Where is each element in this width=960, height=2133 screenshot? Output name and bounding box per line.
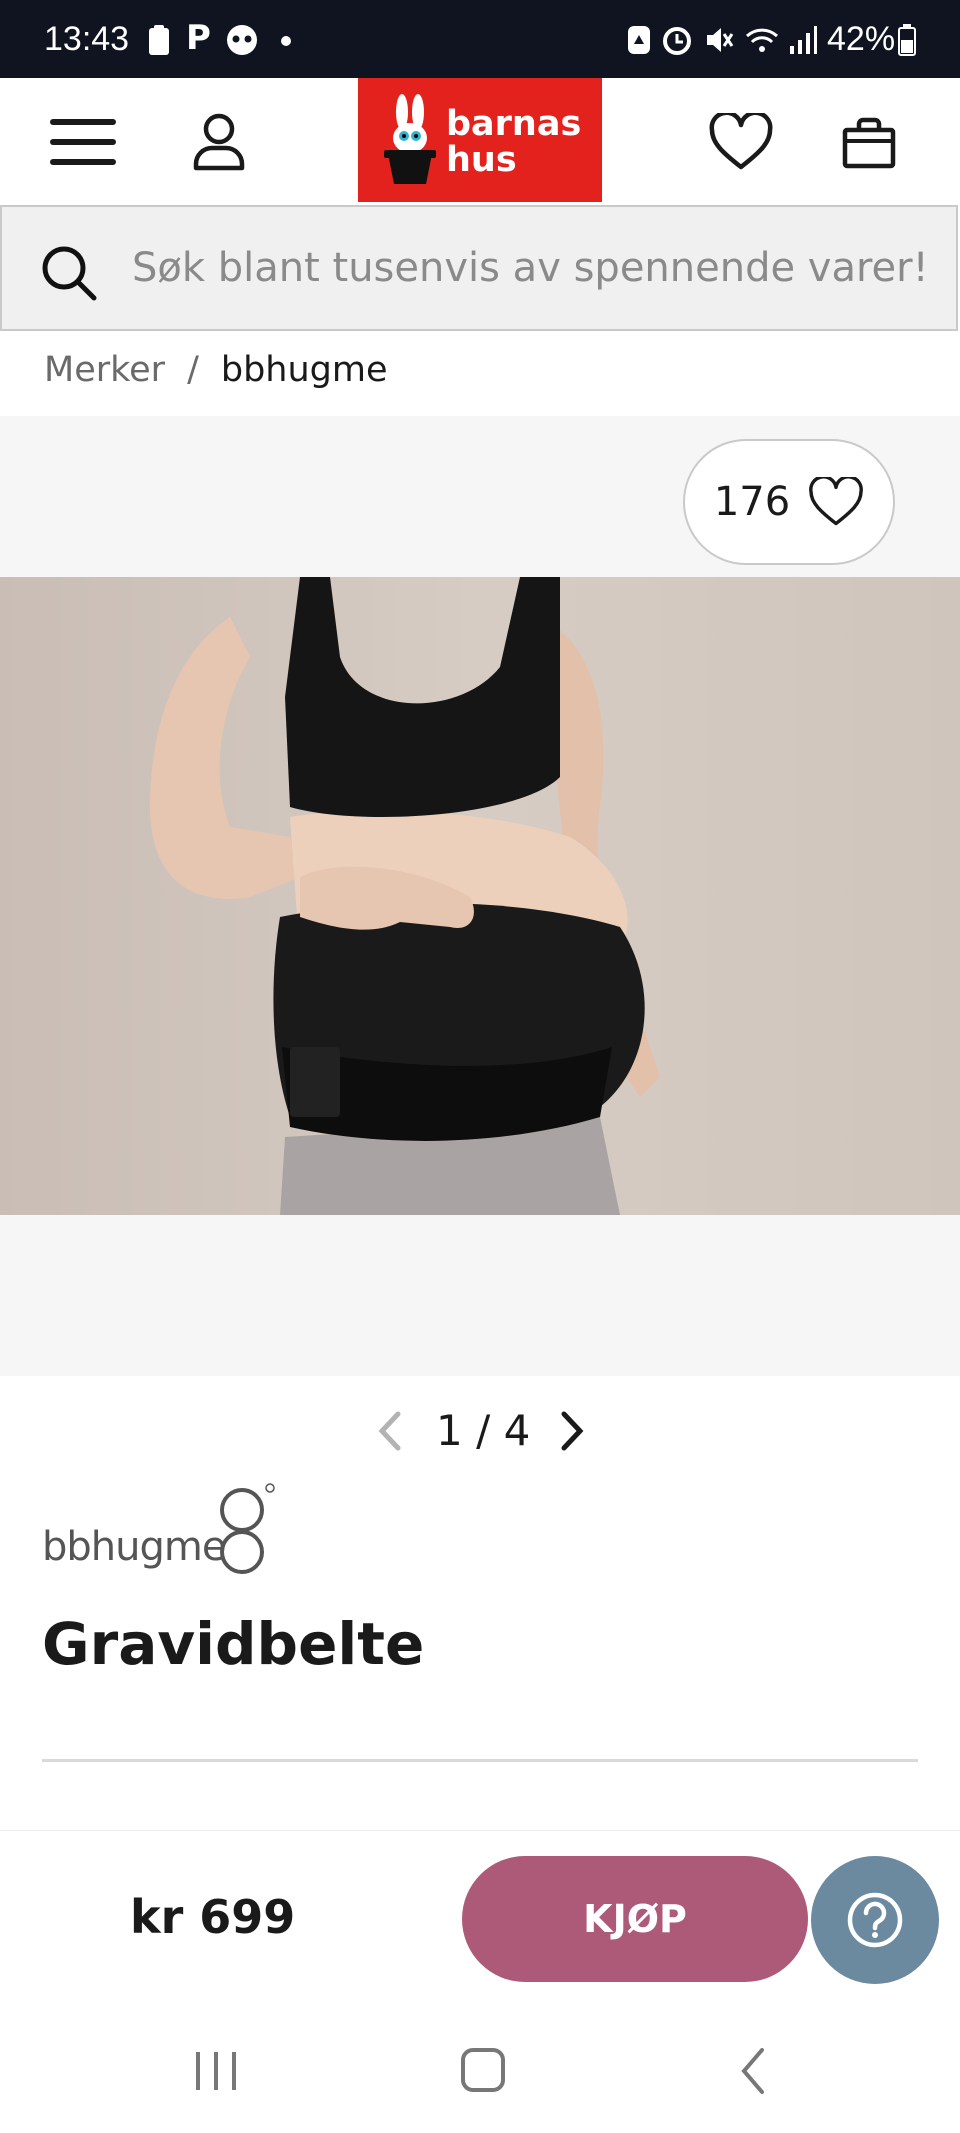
parking-icon: P <box>186 18 211 58</box>
barnas-hus-logo[interactable]: barnas hus <box>358 78 602 202</box>
chevron-right-icon[interactable] <box>556 1410 586 1452</box>
product-title: Gravidbelte <box>42 1610 425 1678</box>
heart-icon <box>709 113 773 170</box>
breadcrumb-separator: / <box>187 350 199 390</box>
clipboard-icon <box>149 25 169 55</box>
menu-icon <box>50 119 116 165</box>
pager-position: 1 / 4 <box>436 1406 531 1455</box>
menu-button[interactable] <box>28 78 138 206</box>
logo-text-hus: hus <box>446 140 517 180</box>
search-icon <box>42 246 97 301</box>
back-icon[interactable] <box>736 2046 770 2096</box>
product-image[interactable] <box>0 577 960 1215</box>
favorite-count: 176 <box>713 479 791 525</box>
mute-icon <box>707 28 734 52</box>
buy-button[interactable]: KJØP <box>462 1856 808 1982</box>
brand-logo[interactable]: bbhugme <box>42 1480 282 1580</box>
system-nav-bar <box>0 2012 960 2133</box>
dot-icon <box>281 36 291 46</box>
status-time: 13:43 <box>44 20 130 58</box>
battery-level: 42% <box>827 20 896 58</box>
breadcrumb: Merker / bbhugme <box>44 350 388 390</box>
chevron-left-icon[interactable] <box>376 1410 406 1452</box>
signal-icon <box>790 26 817 54</box>
rabbit-logo-icon <box>384 94 436 184</box>
product-photo-pregnancy-belt <box>0 577 960 1215</box>
breadcrumb-current[interactable]: bbhugme <box>221 350 388 390</box>
help-button[interactable] <box>811 1856 939 1984</box>
home-icon[interactable] <box>460 2046 506 2094</box>
battery-icon <box>898 24 916 56</box>
alarm-icon <box>663 27 691 55</box>
status-bar: 13:43 P 42% <box>0 0 960 78</box>
heart-outline-icon <box>809 477 864 526</box>
product-price: kr 699 <box>130 1890 296 1944</box>
question-icon <box>847 1892 903 1948</box>
gallery-pager: 1 / 4 <box>376 1402 586 1458</box>
recent-apps-icon[interactable] <box>192 2048 242 2094</box>
face-icon <box>227 25 257 55</box>
wishlist-button[interactable] <box>686 78 796 206</box>
account-button[interactable] <box>164 78 274 206</box>
site-header: barnas hus <box>0 78 960 206</box>
recycle-icon <box>628 26 650 54</box>
wifi-icon <box>745 28 779 52</box>
logo-text-barnas: barnas <box>446 104 582 144</box>
brand-name: bbhugme <box>42 1524 226 1570</box>
user-icon <box>193 113 245 171</box>
favorite-count-button[interactable]: 176 <box>683 439 895 565</box>
brand-mark-icon <box>220 1483 275 1574</box>
search-input[interactable]: Søk blant tusenvis av spennende varer! <box>0 205 958 331</box>
bag-icon <box>842 117 896 169</box>
cart-button[interactable] <box>814 78 924 206</box>
search-placeholder: Søk blant tusenvis av spennende varer! <box>132 245 929 291</box>
divider <box>42 1759 918 1762</box>
breadcrumb-link-merker[interactable]: Merker <box>44 350 165 390</box>
